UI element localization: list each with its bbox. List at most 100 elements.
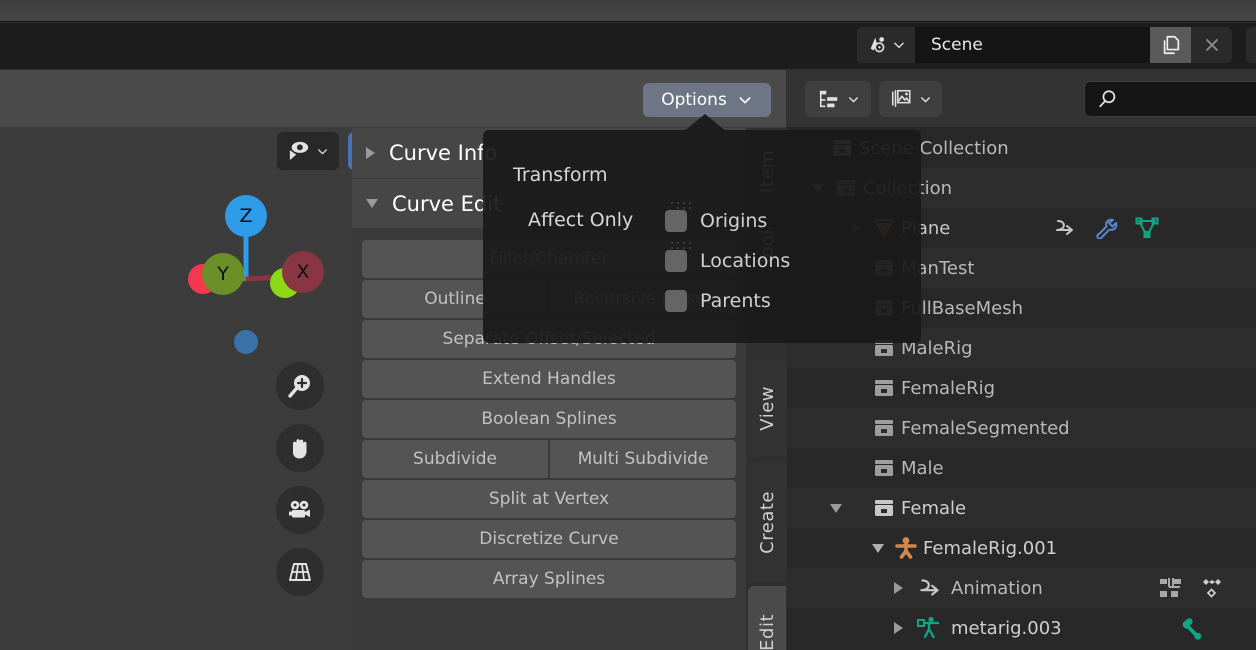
mesh-data-icon[interactable] (1135, 217, 1159, 239)
op-subdivide[interactable]: Subdivide (362, 440, 548, 478)
pan-hand-icon (293, 439, 307, 459)
triangle-right-icon[interactable] (887, 582, 909, 594)
gizmo-axis-y[interactable]: Y (202, 253, 244, 295)
outliner-label: Male (901, 457, 944, 479)
operator-row: Extend Handles (362, 360, 736, 398)
triangle-right-icon (366, 147, 375, 159)
chevron-down-icon (893, 42, 904, 49)
sidebar-tab-create-label: Create (756, 490, 778, 554)
operator-row: Array Splines (362, 560, 736, 598)
scene-selector[interactable]: Scene (857, 27, 1232, 63)
outliner-row-femalesegmented[interactable]: FemaleSegmented (787, 408, 1256, 448)
search-icon (1099, 90, 1116, 108)
camera-view-icon (289, 500, 310, 518)
triangle-down-icon[interactable] (867, 543, 889, 553)
sidebar-tab-create[interactable]: Create (748, 462, 786, 582)
zoom-view-button[interactable] (276, 362, 324, 410)
triangle-right-icon[interactable] (887, 622, 909, 634)
bone-icon[interactable] (1180, 615, 1208, 641)
checkbox-box[interactable] (665, 210, 687, 232)
modifier-wrench-icon[interactable] (1094, 217, 1118, 239)
viewport-navigation-gizmo[interactable]: Y X Z (178, 187, 324, 298)
outliner-row-icons (1053, 208, 1159, 248)
checkbox-label: Locations (700, 250, 791, 272)
triangle-down-icon[interactable] (825, 503, 847, 513)
outliner-search-field[interactable] (1084, 81, 1256, 117)
outliner-row-femalerig-001[interactable]: FemaleRig.001 (787, 528, 1256, 568)
options-button-label: Options (661, 90, 727, 110)
op-discretize-curve[interactable]: Discretize Curve (362, 520, 736, 558)
gizmo-axis-neg-z[interactable] (234, 330, 258, 354)
op-split-at-vertex[interactable]: Split at Vertex (362, 480, 736, 518)
object-visibility-icon (289, 141, 309, 161)
visibility-button-group (277, 132, 339, 170)
new-scene-copy-button[interactable] (1150, 27, 1191, 63)
op-array-splines[interactable]: Array Splines (362, 560, 736, 598)
outliner-display-mode-icon (819, 90, 837, 108)
sidebar-tab-view[interactable]: View (748, 360, 786, 456)
outliner-filter-button[interactable] (879, 81, 942, 117)
outliner-filter-images-icon (891, 89, 911, 107)
x-close-icon (1205, 39, 1218, 51)
action-icon[interactable] (1158, 576, 1184, 600)
blender-window: Scene Options Y X Z Curve Info Curve Edi… (0, 0, 1256, 650)
armature-data-icon (909, 615, 951, 641)
checkbox-label: Parents (700, 290, 771, 312)
toggle-perspective-ortho-button[interactable] (276, 548, 324, 596)
animation-icon (909, 576, 951, 600)
outliner-row-male[interactable]: Male (787, 448, 1256, 488)
top-menu-bar (0, 0, 1256, 22)
checkbox-box[interactable] (665, 290, 687, 312)
affect-only-label: Affect Only (528, 209, 634, 231)
operator-row: Subdivide Multi Subdivide (362, 440, 736, 478)
collection-icon (867, 418, 901, 438)
outliner-label: FemaleRig.001 (923, 537, 1058, 559)
gizmo-axis-z[interactable]: Z (225, 195, 267, 237)
op-multi-subdivide[interactable]: Multi Subdivide (550, 440, 736, 478)
gizmo-axis-x-label: X (296, 261, 310, 283)
outliner-row-animation[interactable]: Animation (787, 568, 1256, 608)
unlink-scene-button[interactable] (1191, 27, 1232, 63)
topbar-right-partial-button[interactable] (1246, 27, 1256, 63)
outliner-label: metarig.003 (951, 617, 1062, 639)
chevron-down-icon (318, 148, 327, 154)
popup-arrow (683, 114, 727, 132)
sidebar-tab-view-label: View (756, 385, 778, 431)
checkbox-box[interactable] (665, 250, 687, 272)
scene-name-value: Scene (931, 35, 983, 55)
chevron-down-icon (921, 96, 930, 102)
gizmo-axis-z-label: Z (239, 205, 253, 227)
op-extend-handles[interactable]: Extend Handles (362, 360, 736, 398)
animation-icon[interactable] (1053, 217, 1077, 239)
outliner-row-femalerig[interactable]: FemaleRig (787, 368, 1256, 408)
chevron-down-icon (848, 96, 858, 102)
scene-data-icon[interactable] (857, 27, 915, 63)
collection-icon (867, 458, 901, 478)
options-popup: Transform Affect Only Origins Locations … (483, 130, 921, 343)
checkbox-origins[interactable]: Origins (665, 210, 767, 232)
keyframes-icon[interactable] (1198, 576, 1224, 600)
collection-icon (867, 378, 901, 398)
triangle-down-icon (366, 199, 378, 208)
panel-title-curve-info: Curve Info (389, 141, 498, 165)
sidebar-tab-edit[interactable]: Edit (748, 586, 786, 650)
armature-object-icon (889, 536, 923, 560)
checkbox-locations[interactable]: Locations (665, 250, 790, 272)
operator-row: Discretize Curve (362, 520, 736, 558)
outliner-label: FemaleSegmented (901, 417, 1070, 439)
outliner-row-metarig-003[interactable]: metarig.003 (787, 608, 1256, 648)
gizmo-axis-x[interactable]: X (282, 251, 324, 293)
op-boolean-splines[interactable]: Boolean Splines (362, 400, 736, 438)
scene-name-field[interactable]: Scene (915, 27, 1150, 63)
outliner-row-icons (1180, 608, 1256, 648)
toggle-camera-view-button[interactable] (276, 486, 324, 534)
options-button[interactable]: Options (643, 83, 771, 117)
chevron-down-icon (739, 97, 751, 104)
outliner-row-female[interactable]: Female (787, 488, 1256, 528)
checkbox-parents[interactable]: Parents (665, 290, 771, 312)
outliner-display-mode-button[interactable] (805, 81, 871, 117)
object-visibility-button[interactable] (277, 132, 339, 170)
gizmo-axis-y-label: Y (217, 263, 229, 285)
pan-view-button[interactable] (276, 424, 324, 472)
outliner-label: FemaleRig (901, 377, 996, 399)
